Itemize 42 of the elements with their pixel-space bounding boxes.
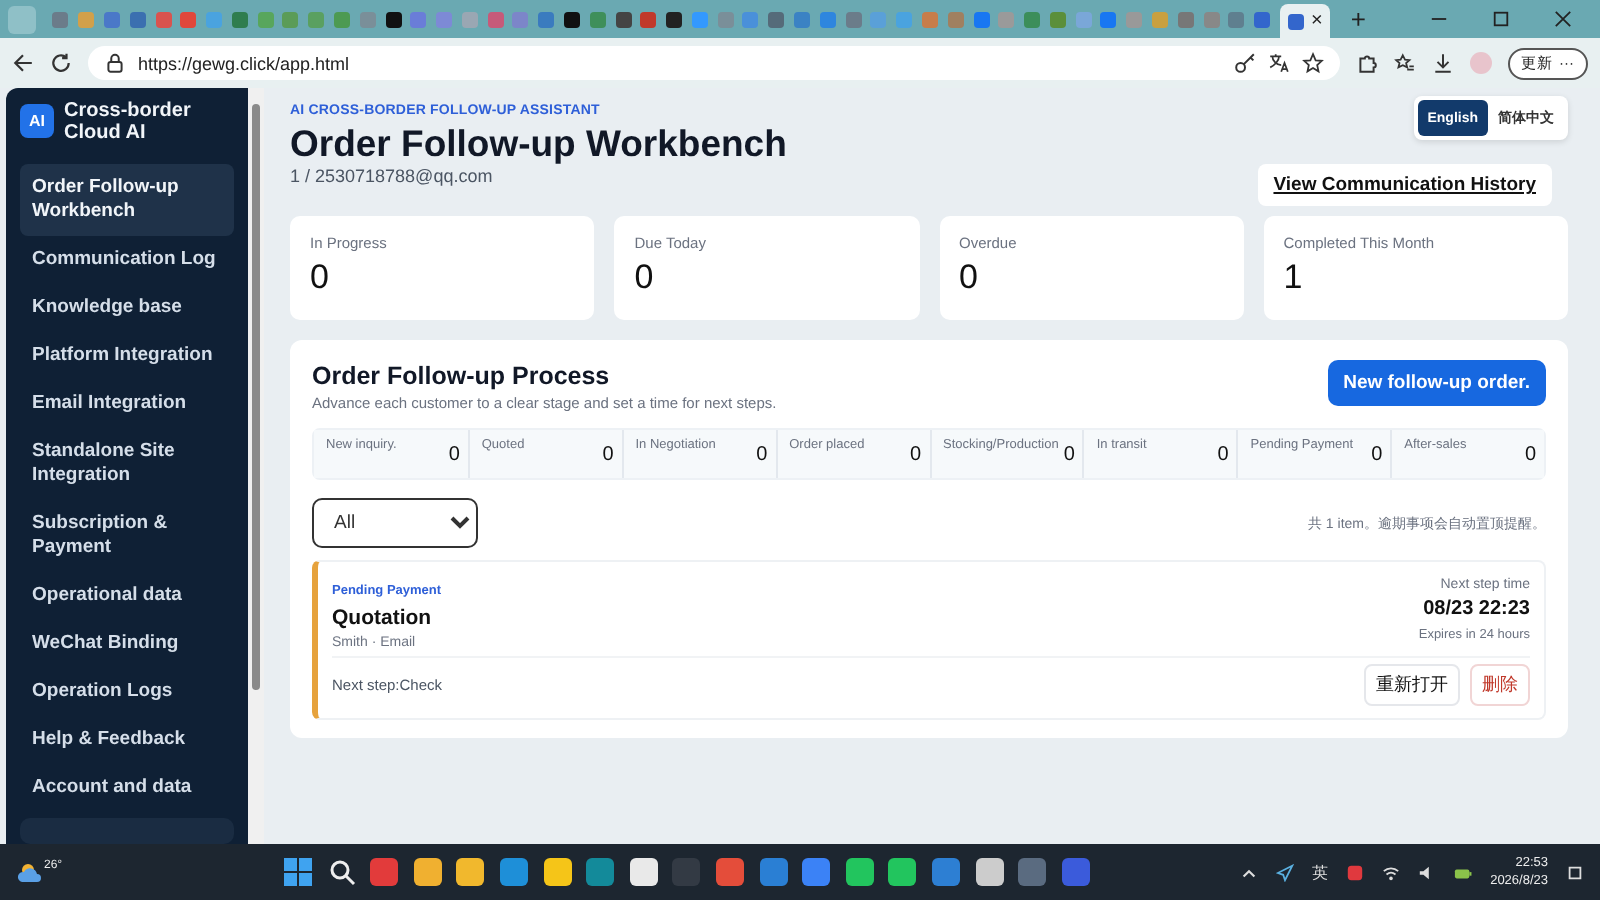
stage-count: 0 [1063,444,1075,470]
sidebar-item[interactable]: Knowledge base [20,284,234,332]
active-tab[interactable]: × [1279,4,1331,38]
stage-count: 0 [756,444,768,470]
sidebar-item[interactable]: Account and data [20,764,234,812]
address-bar[interactable]: https://gewg.click/app.html [88,46,1339,80]
account-text: 1 / 2530718788@qq.com [290,166,495,186]
stat-value: 0 [310,258,331,298]
sidebar-item[interactable]: Order Follow-up Workbench [20,164,234,236]
sidebar-item[interactable]: WeChat Binding [20,620,234,668]
new-order-button[interactable]: New follow-up order. [1327,360,1546,406]
next-time: 08/23 22:23 [1421,598,1530,620]
delete-button[interactable]: 删除 [1470,664,1530,706]
filter-select[interactable]: All [312,498,478,548]
sidebar-item[interactable]: Subscription & Payment [20,500,234,572]
stage-count: 0 [1371,444,1383,470]
tab-close[interactable]: × [1311,11,1323,31]
logo: AI [20,104,54,138]
sidebar-item[interactable]: Operation Logs [20,668,234,716]
stage-count: 0 [1524,444,1536,470]
page-title: Order Follow-up Workbench [290,122,787,166]
history-button[interactable]: View Communication History [1257,164,1552,206]
stage-count: 0 [602,444,614,470]
url-text: https://gewg.click/app.html [138,53,352,73]
stage-count: 0 [448,444,460,470]
app-name: Cross-border Cloud AI [64,100,193,144]
sidebar-item[interactable]: Help & Feedback [20,716,234,764]
sidebar-item[interactable]: Standalone Site Integration [20,428,234,500]
sidebar-item[interactable]: Operational data [20,572,234,620]
reopen-button[interactable]: 重新打开 [1364,664,1460,706]
sidebar-item[interactable]: Platform Integration [20,332,234,380]
stat-value: 0 [959,258,980,298]
sidebar-item[interactable]: Email Integration [20,380,234,428]
stat-value: 1 [1283,258,1305,298]
stat-value: 0 [634,258,656,298]
stage-count: 0 [909,444,921,470]
new-tab-button[interactable]: + [1350,6,1366,32]
sidebar-item[interactable]: Communication Log [20,236,234,284]
section-title: Order Follow-up Process [312,362,612,390]
order-title: Quotation [332,606,434,630]
stage-count: 0 [1217,444,1229,470]
input-method[interactable]: 英 [1312,861,1329,883]
